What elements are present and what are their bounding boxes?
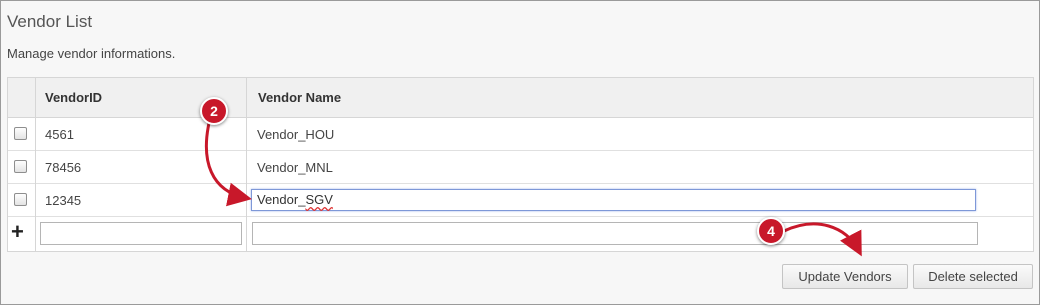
vendor-name-cell: Vendor_HOU [257, 127, 335, 142]
row-checkbox[interactable] [14, 160, 27, 173]
row-checkbox[interactable] [14, 193, 27, 206]
column-header-vendorid[interactable]: VendorID [45, 90, 102, 105]
row-checkbox[interactable] [14, 127, 27, 140]
step-badge-2: 2 [200, 97, 228, 125]
plus-icon[interactable]: + [11, 221, 24, 243]
table-header: VendorID Vendor Name [8, 78, 1033, 118]
vendor-name-cell: Vendor_MNL [257, 160, 333, 175]
update-vendors-button[interactable]: Update Vendors [782, 264, 908, 289]
vendor-name-edit-input[interactable]: Vendor_SGV [251, 189, 976, 211]
vendor-id-cell: 78456 [45, 160, 82, 175]
new-vendor-name-input[interactable] [252, 222, 978, 245]
delete-selected-button[interactable]: Delete selected [913, 264, 1033, 289]
new-vendor-id-input[interactable] [40, 222, 242, 245]
vendor-table: VendorID Vendor Name 4561 Vendor_HOU 784… [7, 77, 1034, 252]
vendor-id-cell: 4561 [45, 127, 74, 142]
table-row[interactable]: 4561 Vendor_HOU [8, 118, 1033, 151]
column-divider [35, 78, 36, 251]
spellcheck-flagged-text: SGV [305, 192, 333, 207]
table-row[interactable]: 12345 Vendor_SGV [8, 184, 1033, 217]
column-header-vendor-name[interactable]: Vendor Name [258, 90, 341, 105]
page-subtitle: Manage vendor informations. [7, 46, 176, 61]
add-row: + [8, 217, 1033, 249]
step-badge-4: 4 [757, 217, 785, 245]
vendor-id-cell: 12345 [45, 193, 82, 208]
table-row[interactable]: 78456 Vendor_MNL [8, 151, 1033, 184]
page-title: Vendor List [7, 12, 93, 31]
vendor-name-prefix: Vendor_ [257, 192, 306, 207]
vendor-list-panel: Vendor List Manage vendor informations. … [0, 0, 1040, 305]
column-divider [246, 78, 247, 251]
